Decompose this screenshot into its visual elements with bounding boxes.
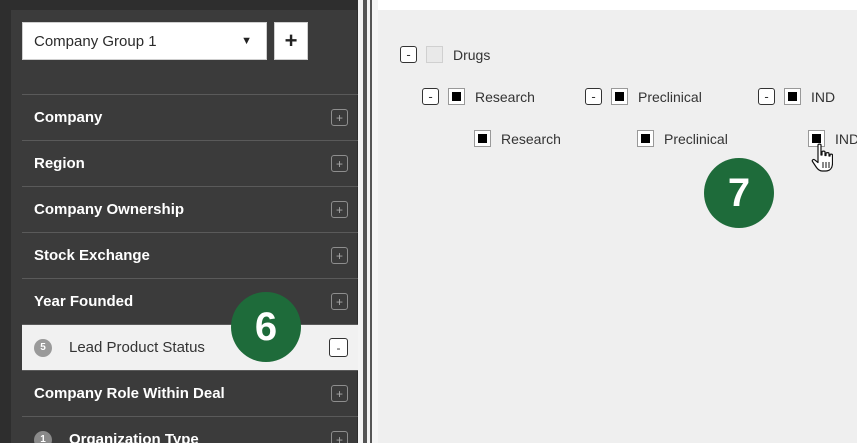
tree-node-research: - Research [422,88,535,105]
expand-icon[interactable]: + [331,109,348,126]
collapse-icon[interactable]: - [758,88,775,105]
splitter-bar [363,0,367,443]
filter-label: Region [34,155,85,172]
expand-icon[interactable]: + [331,293,348,310]
expand-icon[interactable]: + [331,201,348,218]
collapse-icon[interactable]: - [585,88,602,105]
filter-list: Company + Region + Company Ownership + S… [22,94,368,443]
preclinical-leaf-checkbox[interactable] [637,130,654,147]
collapse-icon[interactable]: - [422,88,439,105]
collapse-icon[interactable]: - [329,338,348,357]
company-group-select-value: Company Group 1 [34,32,157,50]
lead-product-status-tree: - Drugs - Research - Preclinical - IND R… [378,10,857,443]
tree-node-label: Drugs [453,46,491,63]
tree-leaf-label: Preclinical [664,130,728,147]
ind-checkbox[interactable] [784,88,801,105]
tree-leaf-preclinical: Preclinical [637,130,728,147]
add-group-button[interactable]: + [274,22,308,60]
expand-icon[interactable]: + [331,431,348,443]
expand-icon[interactable]: + [331,247,348,264]
tree-leaf-research: Research [474,130,561,147]
tree-node-preclinical: - Preclinical [585,88,702,105]
research-leaf-checkbox[interactable] [474,130,491,147]
filter-row-stock-exchange[interactable]: Stock Exchange + [22,232,368,278]
panel-splitter[interactable] [358,0,378,443]
hand-cursor-icon [811,143,833,172]
filter-label: Organization Type [69,431,199,443]
tree-node-ind: - IND [758,88,835,105]
tree-node-drugs: - Drugs [400,46,490,63]
preclinical-checkbox[interactable] [611,88,628,105]
splitter-bar [370,0,372,443]
company-group-select[interactable]: Company Group 1 ▼ [22,22,267,60]
filter-row-year-founded[interactable]: Year Founded + [22,278,368,324]
step-7-badge: 7 [704,158,774,228]
count-badge: 5 [34,338,52,357]
filter-label: Company [34,109,103,126]
filter-label: Company Ownership [34,201,185,218]
count-badge: 1 [34,430,52,443]
filter-label: Lead Product Status [69,339,205,356]
collapse-icon[interactable]: - [400,46,417,63]
expand-icon[interactable]: + [331,155,348,172]
filter-row-company-role-within-deal[interactable]: Company Role Within Deal + [22,370,368,416]
step-6-badge: 6 [231,292,301,362]
filter-row-company-ownership[interactable]: Company Ownership + [22,186,368,232]
tree-node-label: IND [811,88,836,105]
research-checkbox[interactable] [448,88,465,105]
filter-row-region[interactable]: Region + [22,140,368,186]
tree-node-label: Research [475,88,535,105]
sidebar-panel: Company Group 1 ▼ + Company + Region + C… [11,10,368,443]
drugs-checkbox[interactable] [426,46,443,63]
filter-sidebar: Company Group 1 ▼ + Company + Region + C… [0,0,368,443]
chevron-down-icon: ▼ [241,35,252,47]
filter-label: Stock Exchange [34,247,150,264]
tree-leaf-label: IND [835,130,857,147]
filter-row-lead-product-status[interactable]: 5 Lead Product Status - [22,324,368,370]
expand-icon[interactable]: + [331,385,348,402]
filter-label: Company Role Within Deal [34,385,225,402]
filter-row-organization-type[interactable]: 1 Organization Type + [22,416,368,443]
tree-node-label: Preclinical [638,88,702,105]
filter-row-company[interactable]: Company + [22,94,368,140]
filter-label: Year Founded [34,293,134,310]
tree-leaf-label: Research [501,130,561,147]
